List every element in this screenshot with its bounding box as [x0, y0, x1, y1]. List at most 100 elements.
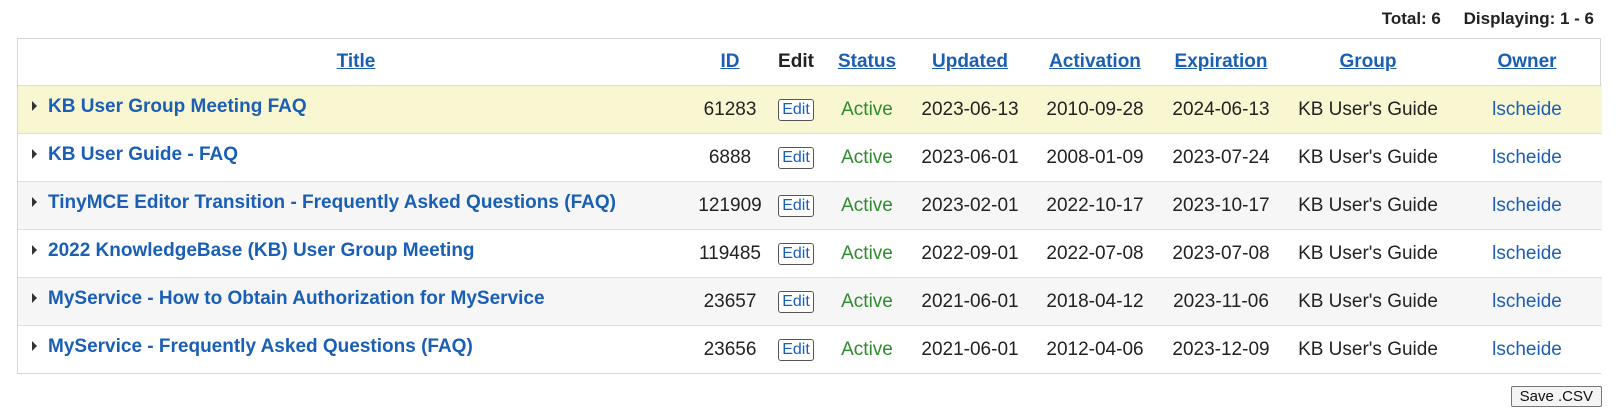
- status-cell: Active: [826, 277, 908, 326]
- group-cell: KB User's Guide: [1284, 85, 1452, 134]
- expiration-cell: 2023-07-08: [1158, 229, 1284, 278]
- sort-activation-link[interactable]: Activation: [1049, 51, 1141, 72]
- edit-cell: Edit: [766, 181, 826, 230]
- col-header-expiration[interactable]: Expiration: [1158, 39, 1284, 86]
- id-cell: 121909: [694, 181, 766, 230]
- group-cell: KB User's Guide: [1284, 325, 1452, 373]
- expand-caret-icon[interactable]: [32, 101, 37, 112]
- edit-cell: Edit: [766, 277, 826, 326]
- owner-cell: lscheide: [1452, 85, 1602, 134]
- expand-caret-icon[interactable]: [32, 197, 37, 208]
- article-title-link[interactable]: MyService - Frequently Asked Questions (…: [48, 336, 473, 357]
- sort-group-link[interactable]: Group: [1340, 51, 1397, 72]
- col-header-updated[interactable]: Updated: [908, 39, 1032, 86]
- id-cell: 23657: [694, 277, 766, 326]
- activation-cell: 2010-09-28: [1032, 85, 1158, 134]
- activation-cell: 2022-07-08: [1032, 229, 1158, 278]
- expand-caret-icon[interactable]: [32, 293, 37, 304]
- sort-expiration-link[interactable]: Expiration: [1175, 51, 1268, 72]
- owner-cell: lscheide: [1452, 325, 1602, 373]
- owner-cell: lscheide: [1452, 181, 1602, 230]
- article-title-link[interactable]: MyService - How to Obtain Authorization …: [48, 288, 545, 309]
- table-row: TinyMCE Editor Transition - Frequently A…: [18, 181, 1602, 230]
- article-title-link[interactable]: TinyMCE Editor Transition - Frequently A…: [48, 192, 616, 213]
- expand-caret-icon[interactable]: [32, 341, 37, 352]
- results-table-container: Title ID Edit Status Updated Activation …: [17, 38, 1602, 374]
- col-header-status[interactable]: Status: [826, 39, 908, 86]
- edit-button[interactable]: Edit: [778, 195, 814, 217]
- table-row: KB User Group Meeting FAQ 61283 Edit Act…: [18, 85, 1602, 134]
- sort-owner-link[interactable]: Owner: [1497, 51, 1556, 72]
- results-summary: Total: 6 Displaying: 1 - 6: [1382, 9, 1594, 29]
- id-cell: 6888: [694, 133, 766, 182]
- edit-button[interactable]: Edit: [778, 99, 814, 121]
- status-cell: Active: [826, 133, 908, 182]
- displaying-range: Displaying: 1 - 6: [1463, 9, 1594, 28]
- updated-cell: 2023-06-01: [908, 133, 1032, 182]
- status-cell: Active: [826, 325, 908, 373]
- title-cell: MyService - Frequently Asked Questions (…: [18, 325, 694, 373]
- status-cell: Active: [826, 85, 908, 134]
- edit-button[interactable]: Edit: [778, 243, 814, 265]
- expiration-cell: 2023-11-06: [1158, 277, 1284, 326]
- owner-link[interactable]: lscheide: [1492, 195, 1562, 216]
- expiration-cell: 2023-12-09: [1158, 325, 1284, 373]
- col-header-activation[interactable]: Activation: [1032, 39, 1158, 86]
- id-cell: 119485: [694, 229, 766, 278]
- activation-cell: 2022-10-17: [1032, 181, 1158, 230]
- activation-cell: 2008-01-09: [1032, 133, 1158, 182]
- article-title-link[interactable]: KB User Guide - FAQ: [48, 144, 238, 165]
- col-header-title[interactable]: Title: [18, 39, 694, 86]
- owner-cell: lscheide: [1452, 229, 1602, 278]
- status-cell: Active: [826, 229, 908, 278]
- edit-cell: Edit: [766, 133, 826, 182]
- table-row: MyService - How to Obtain Authorization …: [18, 277, 1602, 326]
- col-header-id[interactable]: ID: [694, 39, 766, 86]
- sort-id-link[interactable]: ID: [721, 51, 740, 72]
- owner-link[interactable]: lscheide: [1492, 291, 1562, 312]
- id-cell: 61283: [694, 85, 766, 134]
- results-table: Title ID Edit Status Updated Activation …: [18, 39, 1602, 373]
- activation-cell: 2018-04-12: [1032, 277, 1158, 326]
- edit-cell: Edit: [766, 229, 826, 278]
- expand-caret-icon[interactable]: [32, 245, 37, 256]
- sort-updated-link[interactable]: Updated: [932, 51, 1008, 72]
- status-cell: Active: [826, 181, 908, 230]
- save-csv-button[interactable]: Save .CSV: [1510, 386, 1602, 407]
- updated-cell: 2023-02-01: [908, 181, 1032, 230]
- article-title-link[interactable]: KB User Group Meeting FAQ: [48, 96, 307, 117]
- article-title-link[interactable]: 2022 KnowledgeBase (KB) User Group Meeti…: [48, 240, 475, 261]
- owner-link[interactable]: lscheide: [1492, 339, 1562, 360]
- col-header-group[interactable]: Group: [1284, 39, 1452, 86]
- table-header-row: Title ID Edit Status Updated Activation …: [18, 39, 1602, 86]
- id-cell: 23656: [694, 325, 766, 373]
- col-header-owner[interactable]: Owner: [1452, 39, 1602, 86]
- owner-link[interactable]: lscheide: [1492, 147, 1562, 168]
- updated-cell: 2021-06-01: [908, 277, 1032, 326]
- owner-link[interactable]: lscheide: [1492, 99, 1562, 120]
- updated-cell: 2022-09-01: [908, 229, 1032, 278]
- expiration-cell: 2023-10-17: [1158, 181, 1284, 230]
- expand-caret-icon[interactable]: [32, 149, 37, 160]
- updated-cell: 2023-06-13: [908, 85, 1032, 134]
- owner-cell: lscheide: [1452, 277, 1602, 326]
- owner-link[interactable]: lscheide: [1492, 243, 1562, 264]
- activation-cell: 2012-04-06: [1032, 325, 1158, 373]
- edit-button[interactable]: Edit: [778, 339, 814, 361]
- edit-button[interactable]: Edit: [778, 147, 814, 169]
- expiration-cell: 2024-06-13: [1158, 85, 1284, 134]
- title-cell: 2022 KnowledgeBase (KB) User Group Meeti…: [18, 229, 694, 278]
- col-header-edit: Edit: [778, 51, 814, 72]
- table-row: KB User Guide - FAQ 6888 Edit Active 202…: [18, 133, 1602, 182]
- table-row: MyService - Frequently Asked Questions (…: [18, 325, 1602, 373]
- group-cell: KB User's Guide: [1284, 181, 1452, 230]
- sort-title-link[interactable]: Title: [337, 51, 376, 72]
- edit-cell: Edit: [766, 85, 826, 134]
- edit-button[interactable]: Edit: [778, 291, 814, 313]
- group-cell: KB User's Guide: [1284, 277, 1452, 326]
- title-cell: KB User Guide - FAQ: [18, 133, 694, 182]
- group-cell: KB User's Guide: [1284, 133, 1452, 182]
- sort-status-link[interactable]: Status: [838, 51, 896, 72]
- title-cell: TinyMCE Editor Transition - Frequently A…: [18, 181, 694, 230]
- title-cell: KB User Group Meeting FAQ: [18, 85, 694, 134]
